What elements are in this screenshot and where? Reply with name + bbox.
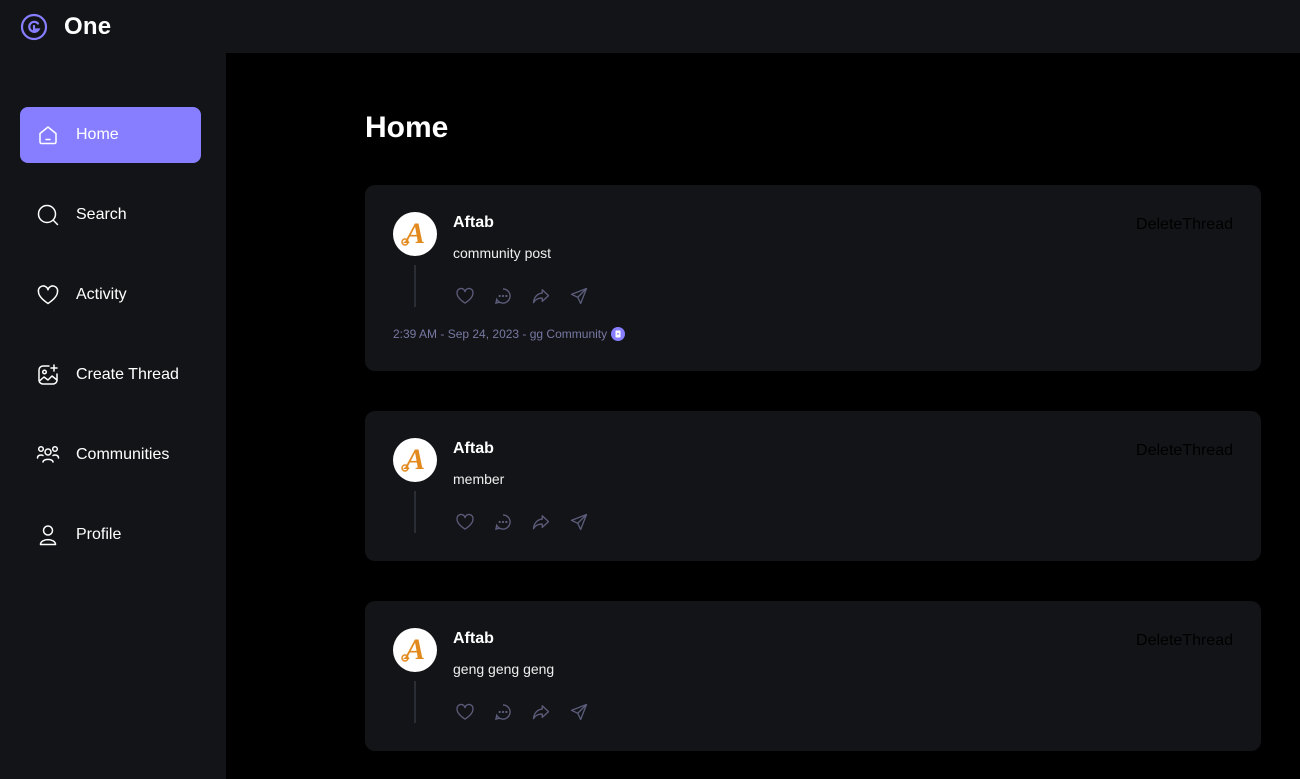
repost-share-icon[interactable] [529,510,553,534]
thread-card: A Aftab community post DeleteThread 2:39… [365,185,1261,371]
thread-meta: 2:39 AM - Sep 24, 2023 - gg Community [393,327,626,341]
thread-line [414,265,416,307]
delete-thread-button[interactable]: DeleteThread [1136,442,1233,460]
sidebar-item-communities[interactable]: Communities [20,427,201,483]
sidebar-item-label: Profile [76,526,122,543]
send-icon[interactable] [567,284,591,308]
delete-thread-button[interactable]: DeleteThread [1136,216,1233,234]
repost-share-icon[interactable] [529,284,553,308]
avatar[interactable]: A [393,628,437,672]
main-content: Home A Aftab community post DeleteThread… [226,53,1300,779]
sidebar-item-search[interactable]: Search [20,187,201,243]
sidebar-item-label: Create Thread [76,366,179,383]
image-plus-icon [36,363,60,387]
like-heart-icon[interactable] [453,510,477,534]
thread-content: community post [453,245,552,261]
sidebar-item-label: Communities [76,446,170,463]
thread-content: geng geng geng [453,661,555,677]
left-sidebar: Home Search Activity Create Thread Commu… [0,53,226,779]
thread-actions [453,700,591,724]
avatar[interactable]: A [393,212,437,256]
thread-author[interactable]: Aftab [453,214,494,232]
repost-share-icon[interactable] [529,700,553,724]
page-title: Home [365,111,449,144]
sidebar-item-label: Search [76,206,127,223]
community-badge-icon [611,327,626,341]
sidebar-item-home[interactable]: Home [20,107,201,163]
thread-actions [453,284,591,308]
sidebar-item-activity[interactable]: Activity [20,267,201,323]
reply-comment-icon[interactable] [491,510,515,534]
thread-card: A Aftab geng geng geng DeleteThread [365,601,1261,751]
thread-line [414,681,416,723]
sidebar-item-profile[interactable]: Profile [20,507,201,563]
thread-actions [453,510,591,534]
send-icon[interactable] [567,510,591,534]
thread-content: member [453,471,505,487]
avatar[interactable]: A [393,438,437,482]
thread-meta-text[interactable]: 2:39 AM - Sep 24, 2023 - gg Community [393,327,607,341]
reply-comment-icon[interactable] [491,700,515,724]
delete-thread-button[interactable]: DeleteThread [1136,632,1233,650]
thread-author[interactable]: Aftab [453,440,494,458]
sidebar-item-label: Activity [76,286,127,303]
thread-card: A Aftab member DeleteThread [365,411,1261,561]
search-icon [36,203,60,227]
reply-comment-icon[interactable] [491,284,515,308]
top-bar: One [0,0,1300,53]
home-icon [36,123,60,147]
sidebar-item-label: Home [76,126,119,143]
thread-line [414,491,416,533]
like-heart-icon[interactable] [453,284,477,308]
user-icon [36,523,60,547]
users-icon [36,443,60,467]
send-icon[interactable] [567,700,591,724]
brand-name[interactable]: One [64,13,111,41]
like-heart-icon[interactable] [453,700,477,724]
logo-icon[interactable] [20,13,48,41]
thread-author[interactable]: Aftab [453,630,494,648]
sidebar-item-create-thread[interactable]: Create Thread [20,347,201,403]
heart-icon [36,283,60,307]
